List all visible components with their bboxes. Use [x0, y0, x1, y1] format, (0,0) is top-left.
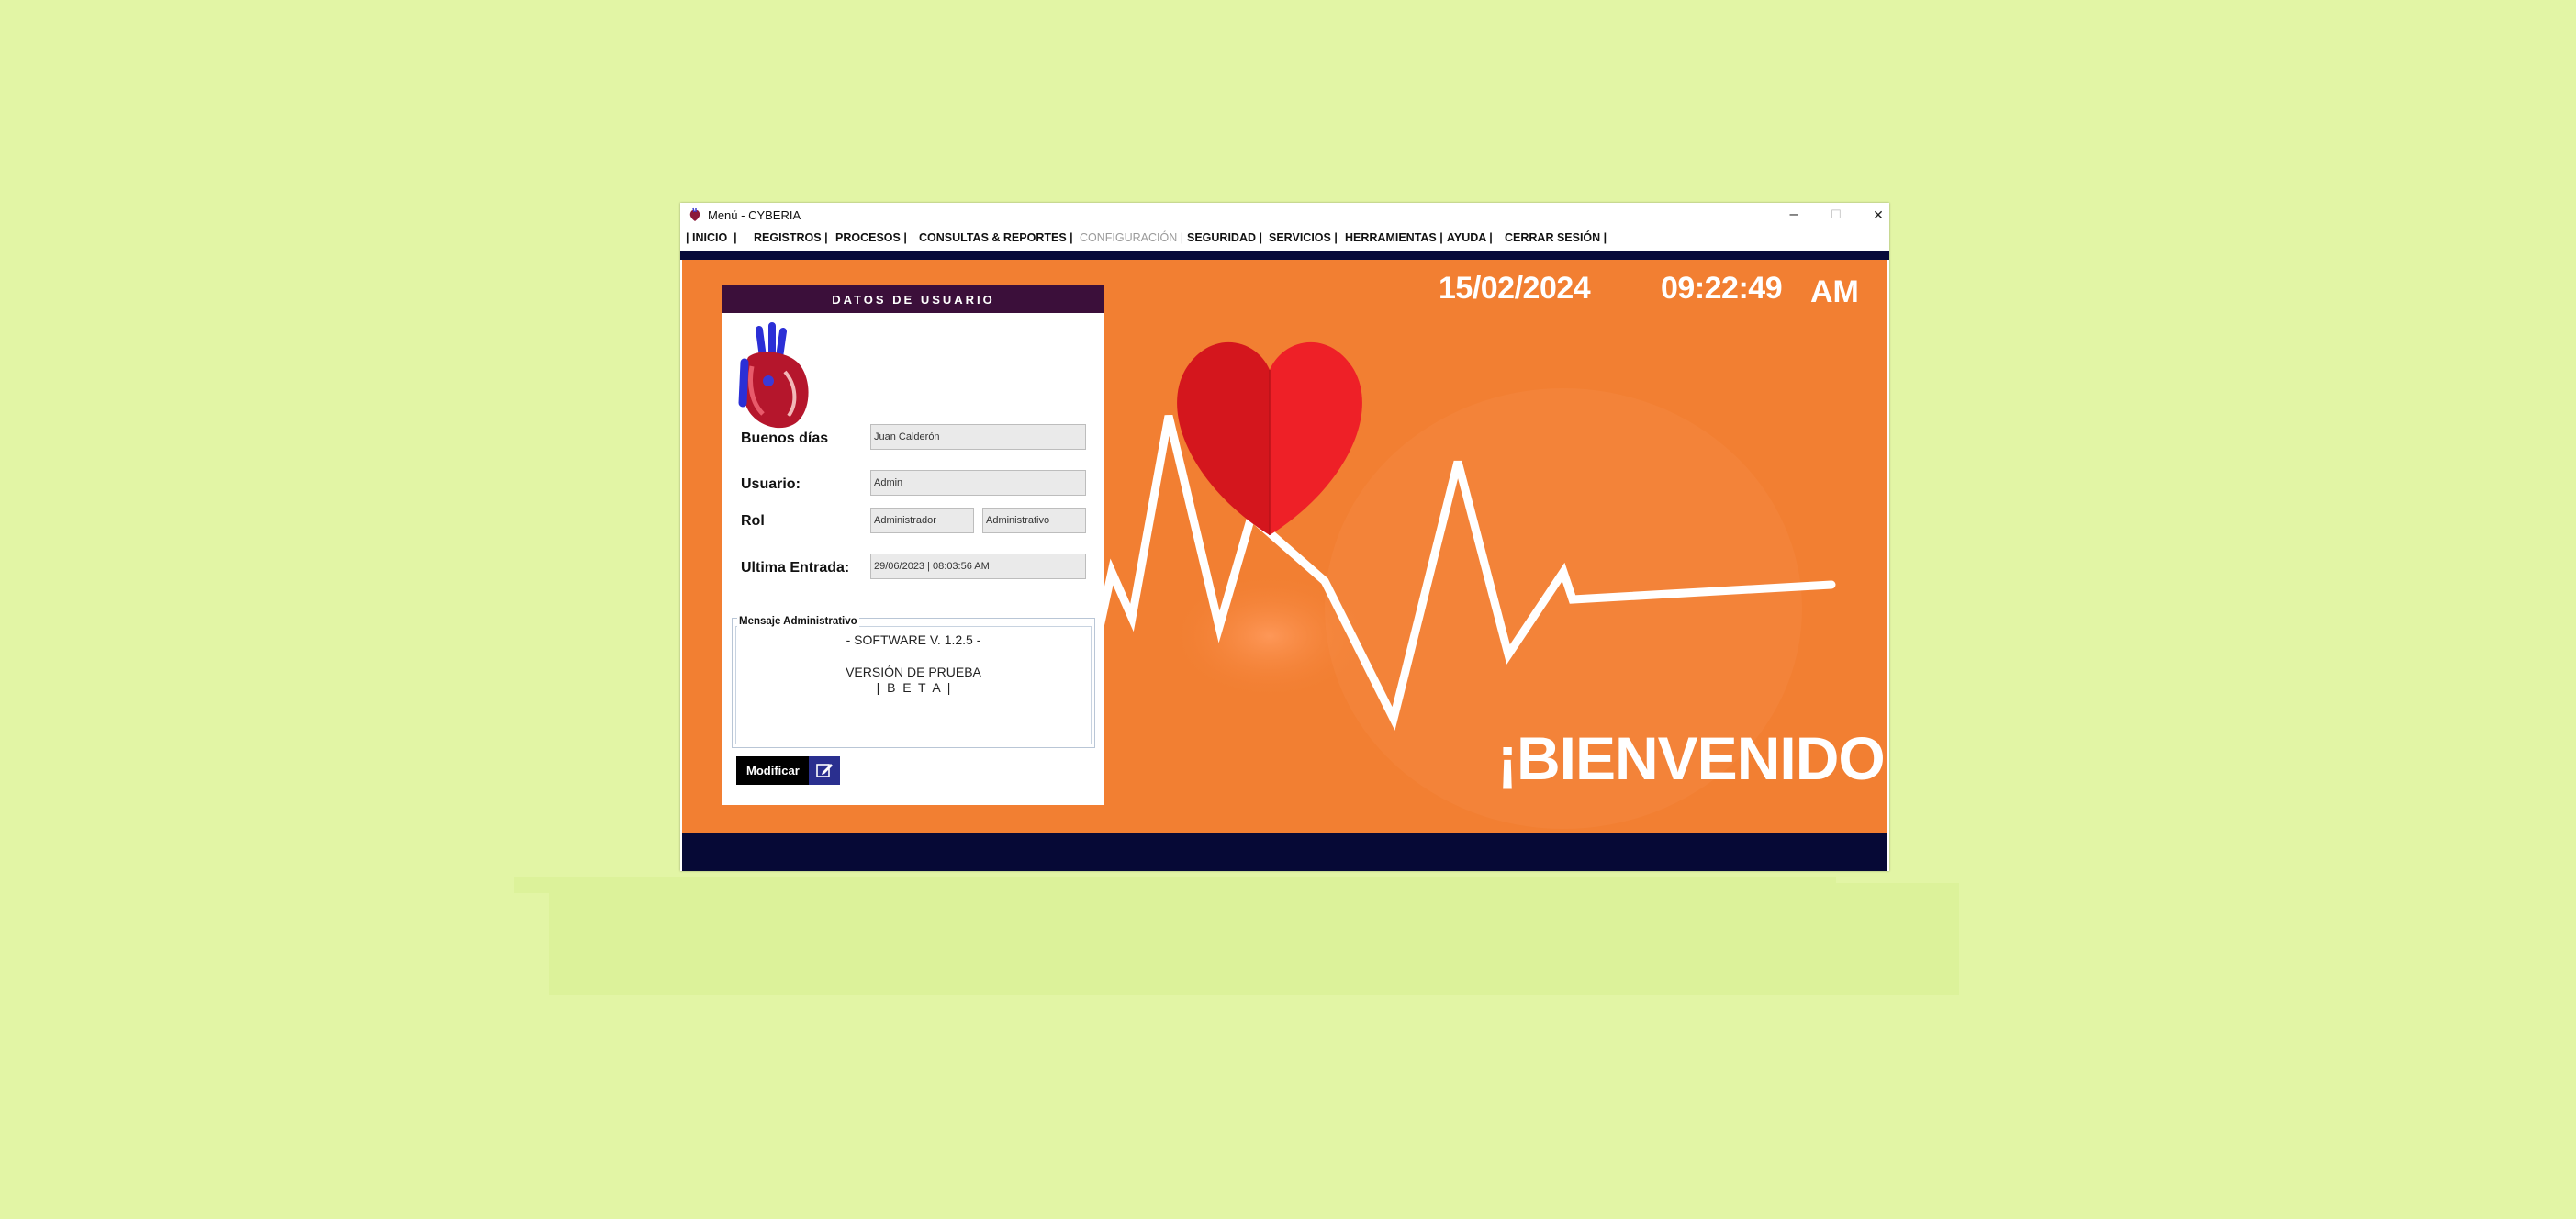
modify-button-label: Modificar: [746, 764, 800, 777]
menu-bar: | INICIO | REGISTROS | PROCESOS | CONSUL…: [680, 227, 1889, 251]
menu-herramientas[interactable]: HERRAMIENTAS |: [1345, 231, 1443, 244]
menu-consultas-reportes[interactable]: CONSULTAS & REPORTES |: [919, 231, 1073, 244]
last-entry-label: Ultima Entrada:: [741, 560, 850, 576]
edit-icon: [809, 756, 840, 785]
admin-message-area[interactable]: - SOFTWARE V. 1.2.5 - VERSIÓN DE PRUEBA …: [735, 626, 1092, 744]
modify-button[interactable]: Modificar: [736, 756, 840, 785]
admin-message-box: - SOFTWARE V. 1.2.5 - VERSIÓN DE PRUEBA …: [732, 616, 1095, 748]
menu-cerrar-sesion[interactable]: CERRAR SESIÓN |: [1505, 231, 1607, 244]
current-date: 15/02/2024: [1439, 271, 1591, 306]
greeting-name-field[interactable]: Juan Calderón: [870, 424, 1086, 450]
role-area-field[interactable]: Administrativo: [982, 508, 1086, 533]
main-area: 15/02/2024 09:22:49 AM ¡BIENVENIDO! DATO…: [682, 260, 1887, 833]
message-legend: Mensaje Administrativo: [737, 616, 859, 627]
username-field[interactable]: Admin: [870, 470, 1086, 496]
menu-seguridad[interactable]: SEGURIDAD |: [1187, 231, 1262, 244]
time-ampm: AM: [1810, 274, 1859, 309]
close-button[interactable]: ✕: [1858, 205, 1898, 225]
menu-ayuda[interactable]: AYUDA |: [1447, 231, 1493, 244]
minimize-button[interactable]: –: [1774, 205, 1814, 225]
greeting-label: Buenos días: [741, 431, 829, 446]
maximize-button[interactable]: ☐: [1816, 205, 1856, 225]
role-field[interactable]: Administrador: [870, 508, 974, 533]
menu-procesos[interactable]: PROCESOS |: [835, 231, 907, 244]
panel-header: DATOS DE USUARIO: [722, 285, 1104, 313]
user-data-panel: DATOS DE USUARIO Buenos días Juan Calder…: [722, 285, 1104, 805]
message-line-3: VERSIÓN DE PRUEBA: [846, 665, 981, 679]
title-bar[interactable]: Menú - CYBERIA – ☐ ✕: [680, 203, 1889, 227]
anatomical-heart-icon: [738, 322, 809, 429]
app-window: Menú - CYBERIA – ☐ ✕ | INICIO | REGISTRO…: [680, 203, 1889, 871]
top-divider-band: [680, 251, 1889, 260]
last-entry-field[interactable]: 29/06/2023 | 08:03:56 AM: [870, 554, 1086, 579]
current-time: 09:22:49: [1661, 271, 1783, 306]
window-title: Menú - CYBERIA: [708, 208, 801, 222]
menu-registros[interactable]: REGISTROS |: [754, 231, 828, 244]
user-label: Usuario:: [741, 476, 801, 492]
welcome-heading: ¡BIENVENIDO!: [1497, 724, 1887, 792]
role-label: Rol: [741, 513, 765, 529]
menu-configuracion[interactable]: CONFIGURACIÓN |: [1080, 231, 1183, 244]
menu-servicios[interactable]: SERVICIOS |: [1269, 231, 1338, 244]
menu-inicio[interactable]: | INICIO |: [686, 231, 737, 244]
message-line-4: | B E T A |: [876, 680, 951, 695]
background-strip-bottom: [549, 883, 1959, 995]
panel-title: DATOS DE USUARIO: [832, 293, 995, 307]
message-line-1: - SOFTWARE V. 1.2.5 -: [846, 632, 981, 647]
footer-bar: [682, 833, 1887, 871]
cyberia-app-icon: [689, 207, 700, 221]
